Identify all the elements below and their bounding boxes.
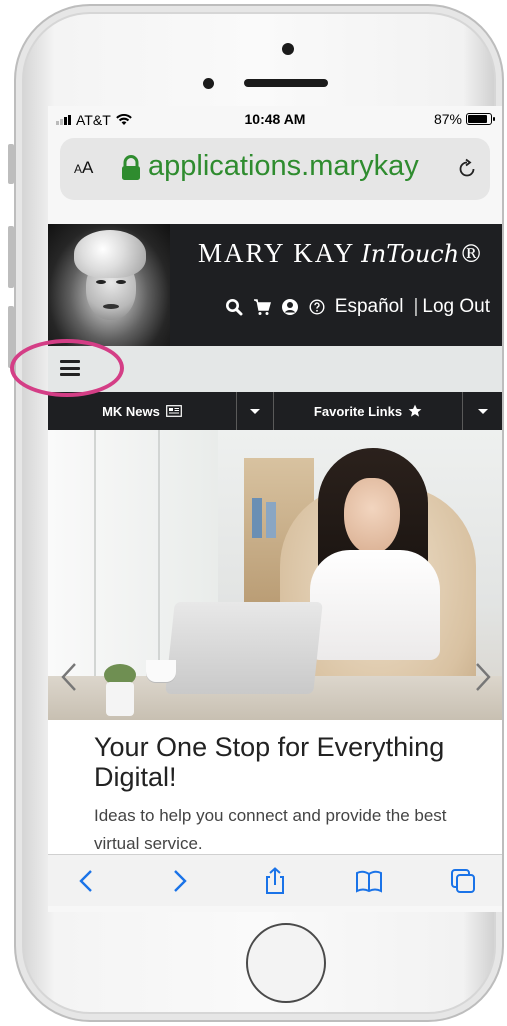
promo-text: Ideas to help you connect and provide th… (94, 806, 447, 853)
lock-icon (122, 155, 140, 180)
url-text[interactable]: applications.marykay (148, 150, 444, 183)
volume-up-button (8, 226, 14, 288)
mk-news-link[interactable]: MK News (48, 392, 236, 430)
phone-screen: AT&T 10:48 AM 87% AA applications.maryka… (48, 106, 502, 912)
favorite-links-link[interactable]: Favorite Links (274, 392, 462, 430)
link-separator: | (413, 296, 419, 317)
tabs-icon[interactable] (448, 867, 478, 895)
caret-down-icon (250, 408, 260, 414)
cart-icon[interactable] (253, 298, 271, 316)
menu-highlight-ring (10, 339, 124, 397)
text-size-button[interactable]: AA (74, 158, 93, 178)
battery-level (468, 115, 488, 123)
brand-script: InTouch® (361, 240, 484, 268)
hero-cup (146, 660, 176, 682)
newspaper-icon (165, 405, 182, 417)
proximity-sensor (203, 78, 214, 89)
favorite-links-dropdown[interactable] (463, 392, 502, 430)
back-icon[interactable] (72, 867, 102, 895)
hero-plant-pot (106, 682, 134, 716)
mk-news-dropdown[interactable] (237, 392, 273, 430)
earpiece-speaker (244, 79, 328, 87)
mk-news-label: MK News (102, 403, 160, 419)
battery-percent: 87% (433, 111, 462, 127)
brand-logo[interactable]: MARY KAY InTouch® (198, 238, 483, 269)
hero-carousel[interactable] (48, 430, 502, 720)
safari-toolbar (48, 854, 502, 906)
reload-icon[interactable] (456, 158, 478, 180)
share-icon[interactable] (260, 867, 290, 895)
hero-person-face (344, 478, 400, 554)
address-bar[interactable]: AA applications.marykay (60, 138, 490, 200)
founder-portrait (48, 224, 170, 346)
home-button[interactable] (246, 923, 326, 1003)
brand-name: MARY KAY (198, 238, 356, 268)
silent-switch (8, 144, 14, 184)
caret-down-icon (477, 408, 488, 414)
site-header: MARY KAY InTouch® Español | Log Out (48, 224, 502, 346)
help-icon[interactable] (309, 299, 325, 315)
search-icon[interactable] (225, 298, 243, 316)
language-link[interactable]: Español (335, 296, 404, 318)
promo-title[interactable]: Your One Stop for Everything Digital! (94, 732, 474, 792)
account-icon[interactable] (281, 298, 299, 316)
battery-icon (466, 113, 495, 125)
carousel-next-icon[interactable] (474, 662, 492, 692)
star-icon (408, 404, 422, 417)
status-bar: AT&T 10:48 AM 87% (48, 106, 502, 132)
hero-laptop (165, 602, 323, 694)
front-camera (282, 43, 294, 55)
header-tools: Español | Log Out (225, 296, 490, 318)
favorite-links-label: Favorite Links (313, 403, 403, 419)
bookmarks-icon[interactable] (354, 867, 384, 895)
promo-section: Your One Stop for Everything Digital! Id… (48, 720, 502, 854)
carousel-prev-icon[interactable] (60, 662, 78, 692)
hero-person-body (310, 550, 440, 660)
logout-link[interactable]: Log Out (422, 296, 490, 318)
quick-links-bar: MK News Favorite Links (48, 392, 502, 430)
forward-icon[interactable] (164, 867, 194, 895)
